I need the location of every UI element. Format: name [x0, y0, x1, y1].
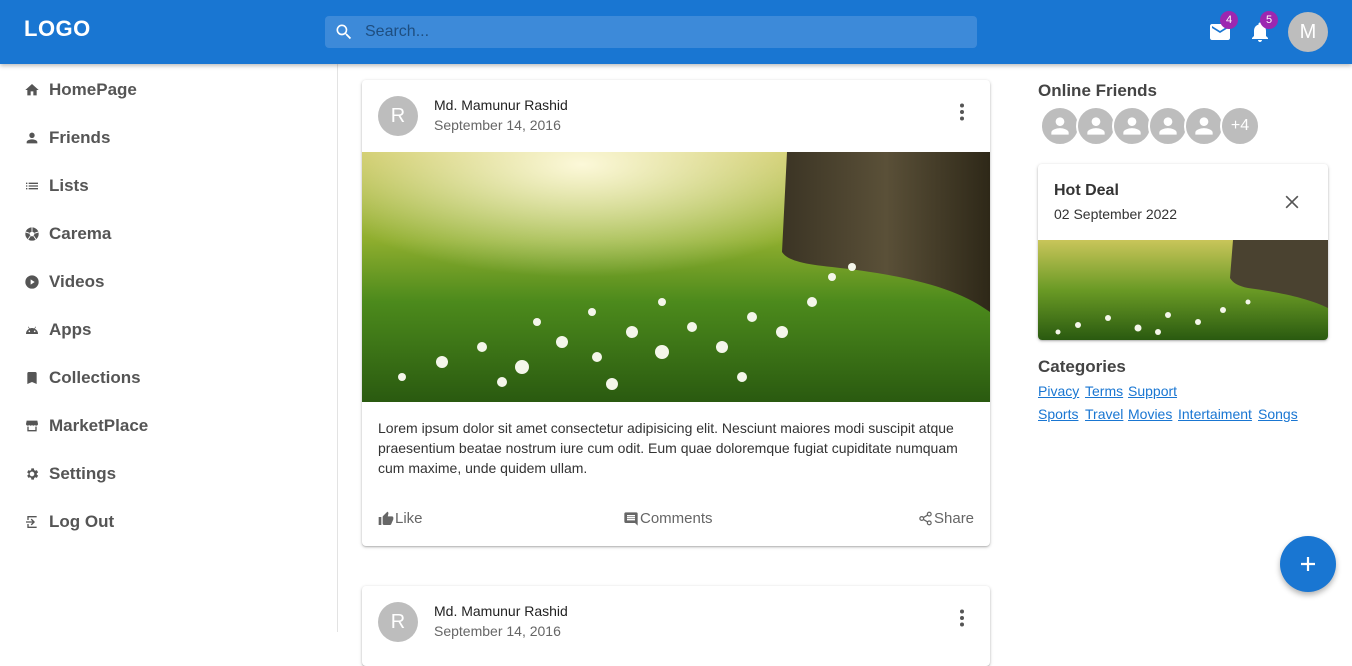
comments-button[interactable]: Comments — [623, 510, 713, 527]
storefront-icon — [24, 418, 40, 434]
sidebar-item-collections[interactable]: Collections — [24, 366, 141, 390]
sidebar-item-carema[interactable]: Carema — [24, 222, 111, 246]
friend-avatar[interactable] — [1076, 106, 1116, 146]
like-label: Like — [395, 510, 423, 527]
category-link-movies[interactable]: Movies — [1128, 406, 1172, 422]
person-icon — [1195, 117, 1213, 135]
hot-deal-close-button[interactable] — [1282, 192, 1302, 212]
sidebar-item-friends[interactable]: Friends — [24, 126, 110, 150]
friend-avatar[interactable] — [1184, 106, 1224, 146]
post-card: R Md. Mamunur Rashid September 14, 2016 — [362, 80, 990, 546]
post-date: September 14, 2016 — [434, 623, 561, 639]
category-link-support[interactable]: Support — [1128, 383, 1177, 399]
hot-deal-image — [1038, 240, 1328, 340]
person-icon — [1123, 117, 1141, 135]
add-fab-button[interactable] — [1280, 536, 1336, 592]
home-icon — [24, 82, 40, 98]
category-link-terms[interactable]: Terms — [1085, 383, 1123, 399]
categories-title: Categories — [1038, 357, 1126, 376]
sidebar-item-label: HomePage — [49, 80, 137, 99]
comment-icon — [624, 511, 638, 526]
person-icon — [1159, 117, 1177, 135]
app-bar: LOGO 4 5 M — [0, 0, 1352, 64]
sidebar-item-label: Videos — [49, 272, 105, 291]
comments-label: Comments — [640, 510, 713, 527]
sidebar-item-label: Log Out — [49, 512, 115, 531]
category-link-travel[interactable]: Travel — [1085, 406, 1123, 422]
friend-avatar[interactable] — [1040, 106, 1080, 146]
sidebar: HomePage Friends Lists Carema Videos App… — [0, 64, 338, 632]
play-circle-icon — [24, 274, 40, 290]
mail-badge: 4 — [1220, 11, 1238, 29]
sidebar-item-label: Collections — [49, 368, 141, 387]
share-label: Share — [934, 510, 975, 527]
category-link-sports[interactable]: Sports — [1038, 406, 1078, 422]
android-icon — [24, 322, 40, 338]
person-icon — [1087, 117, 1105, 135]
hot-deal-card: Hot Deal 02 September 2022 — [1038, 164, 1328, 340]
share-icon — [919, 511, 932, 526]
search-box[interactable] — [325, 16, 977, 48]
search-input[interactable] — [365, 16, 965, 48]
category-link-songs[interactable]: Songs — [1258, 406, 1298, 422]
sidebar-item-label: Friends — [49, 128, 111, 147]
post-image — [362, 152, 990, 402]
person-icon — [1051, 117, 1069, 135]
post-more-button[interactable] — [950, 100, 974, 124]
notification-badge: 5 — [1260, 11, 1278, 29]
post-author-avatar[interactable]: R — [378, 96, 418, 136]
hot-deal-date: 02 September 2022 — [1054, 206, 1177, 222]
list-icon — [24, 178, 40, 194]
like-button[interactable]: Like — [378, 510, 423, 527]
bookmark-icon — [24, 370, 40, 386]
more-vertical-icon — [960, 103, 964, 121]
post-more-button[interactable] — [950, 606, 974, 630]
sidebar-item-label: Carema — [49, 224, 112, 243]
search-icon — [336, 24, 352, 40]
sidebar-item-settings[interactable]: Settings — [24, 462, 116, 486]
logout-icon — [24, 514, 40, 530]
post-author-avatar[interactable]: R — [378, 602, 418, 642]
thumb-up-icon — [378, 511, 394, 525]
category-link-privacy[interactable]: Pivacy — [1038, 383, 1079, 399]
share-button[interactable]: Share — [918, 510, 974, 527]
close-icon — [1285, 195, 1299, 209]
post-author-name: Md. Mamunur Rashid — [434, 603, 568, 619]
more-friends-count[interactable]: +4 — [1220, 106, 1260, 146]
camera-aperture-icon — [24, 226, 40, 242]
more-vertical-icon — [960, 609, 964, 627]
sidebar-item-label: Lists — [49, 176, 89, 195]
online-friends-title: Online Friends — [1038, 81, 1158, 100]
gear-icon — [24, 466, 40, 482]
friend-avatar[interactable] — [1148, 106, 1188, 146]
hot-deal-title: Hot Deal — [1054, 182, 1119, 199]
post-author-name: Md. Mamunur Rashid — [434, 97, 568, 113]
sidebar-item-logout[interactable]: Log Out — [24, 510, 114, 534]
logo[interactable]: LOGO — [24, 16, 91, 42]
mail-button[interactable]: 4 — [1208, 11, 1238, 44]
sidebar-item-marketplace[interactable]: MarketPlace — [24, 414, 148, 438]
plus-icon — [1301, 557, 1315, 571]
sidebar-item-lists[interactable]: Lists — [24, 174, 89, 198]
sidebar-item-homepage[interactable]: HomePage — [24, 78, 137, 102]
user-avatar[interactable]: M — [1288, 12, 1328, 52]
sidebar-item-label: Apps — [49, 320, 92, 339]
person-icon — [24, 130, 40, 146]
sidebar-item-apps[interactable]: Apps — [24, 318, 92, 342]
sidebar-item-label: MarketPlace — [49, 416, 149, 435]
notifications-button[interactable]: 5 — [1248, 11, 1278, 44]
post-card: R Md. Mamunur Rashid September 14, 2016 — [362, 586, 990, 666]
sidebar-item-videos[interactable]: Videos — [24, 270, 104, 294]
post-date: September 14, 2016 — [434, 117, 561, 133]
post-text: Lorem ipsum dolor sit amet consectetur a… — [378, 420, 958, 476]
category-link-entertainment[interactable]: Intertaiment — [1178, 406, 1252, 422]
sidebar-item-label: Settings — [49, 464, 117, 483]
friend-avatar[interactable] — [1112, 106, 1152, 146]
